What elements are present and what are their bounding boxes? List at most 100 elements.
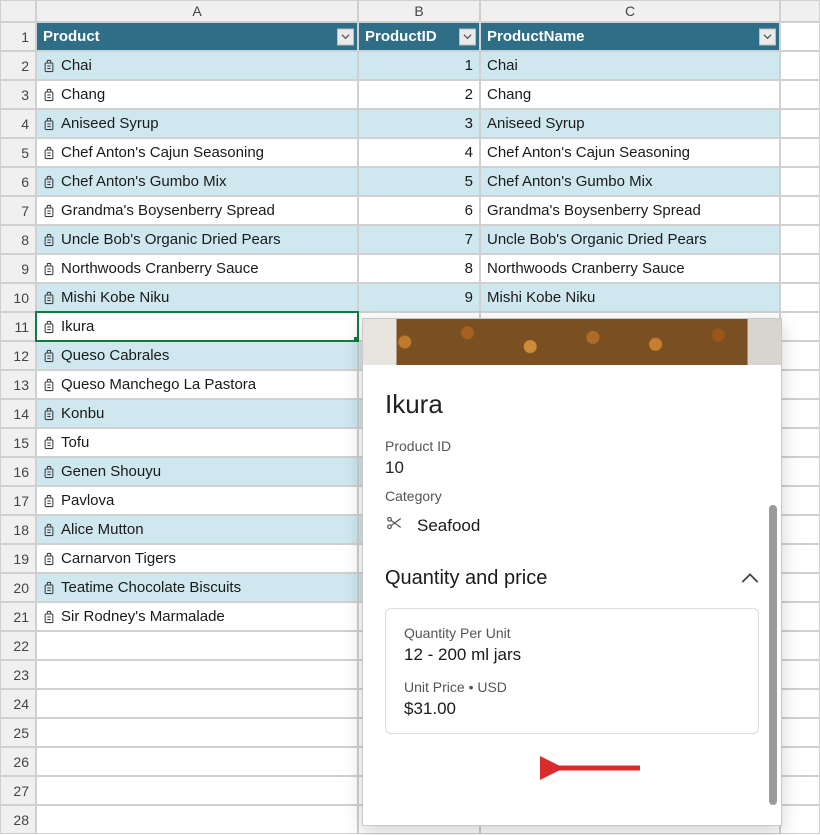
cell-product[interactable]: Grandma's Boysenberry Spread [36, 196, 358, 225]
cell-product[interactable]: Teatime Chocolate Biscuits [36, 573, 358, 602]
cell-gutter[interactable] [780, 631, 820, 660]
cell-productname[interactable]: Mishi Kobe Niku [480, 283, 780, 312]
cell-gutter[interactable] [780, 109, 820, 138]
cell-product[interactable]: Alice Mutton [36, 515, 358, 544]
cell-productname[interactable]: Chang [480, 80, 780, 109]
select-all-corner[interactable] [0, 0, 36, 22]
cell-product[interactable]: Chef Anton's Cajun Seasoning [36, 138, 358, 167]
cell-product[interactable]: Chang [36, 80, 358, 109]
cell-productid[interactable]: 9 [358, 283, 480, 312]
row-header[interactable]: 9 [0, 254, 36, 283]
cell-product[interactable]: Aniseed Syrup [36, 109, 358, 138]
row-header[interactable]: 11 [0, 312, 36, 341]
cell-gutter[interactable] [780, 747, 820, 776]
filter-dropdown-button[interactable] [459, 28, 476, 45]
cell-product[interactable]: Chai [36, 51, 358, 80]
cell-product[interactable]: Chef Anton's Gumbo Mix [36, 167, 358, 196]
cell-productname[interactable]: Northwoods Cranberry Sauce [480, 254, 780, 283]
cell-product[interactable]: Northwoods Cranberry Sauce [36, 254, 358, 283]
row-header[interactable]: 3 [0, 80, 36, 109]
cell-productid[interactable]: 5 [358, 167, 480, 196]
row-header[interactable]: 4 [0, 109, 36, 138]
row-header[interactable]: 15 [0, 428, 36, 457]
row-header[interactable]: 18 [0, 515, 36, 544]
cell-product[interactable]: Ikura [36, 312, 358, 341]
cell-gutter[interactable] [780, 428, 820, 457]
cell-gutter[interactable] [780, 370, 820, 399]
cell-gutter[interactable] [780, 80, 820, 109]
row-header[interactable]: 1 [0, 22, 36, 51]
cell-productid[interactable]: 8 [358, 254, 480, 283]
cell-productid[interactable]: 1 [358, 51, 480, 80]
cell-gutter[interactable] [780, 776, 820, 805]
cell-gutter[interactable] [780, 225, 820, 254]
row-header[interactable]: 20 [0, 573, 36, 602]
cell-product[interactable] [36, 631, 358, 660]
cell-product[interactable] [36, 689, 358, 718]
column-header-c[interactable]: C [480, 0, 780, 22]
cell-gutter[interactable] [780, 573, 820, 602]
row-header[interactable]: 5 [0, 138, 36, 167]
header-product[interactable]: Product [36, 22, 358, 51]
cell-product[interactable] [36, 776, 358, 805]
cell-gutter[interactable] [780, 312, 820, 341]
cell-product[interactable]: Mishi Kobe Niku [36, 283, 358, 312]
cell-product[interactable] [36, 805, 358, 834]
cell-product[interactable]: Tofu [36, 428, 358, 457]
cell-product[interactable]: Uncle Bob's Organic Dried Pears [36, 225, 358, 254]
cell-productname[interactable]: Chef Anton's Gumbo Mix [480, 167, 780, 196]
cell-gutter[interactable] [780, 51, 820, 80]
row-header[interactable]: 21 [0, 602, 36, 631]
card-scrollbar[interactable] [769, 365, 777, 819]
row-header[interactable]: 23 [0, 660, 36, 689]
row-header[interactable]: 27 [0, 776, 36, 805]
row-header[interactable]: 13 [0, 370, 36, 399]
cell-product[interactable]: Queso Cabrales [36, 341, 358, 370]
header-productid[interactable]: ProductID [358, 22, 480, 51]
cell-product[interactable]: Sir Rodney's Marmalade [36, 602, 358, 631]
cell-productid[interactable]: 6 [358, 196, 480, 225]
cell-product[interactable] [36, 718, 358, 747]
row-header[interactable]: 8 [0, 225, 36, 254]
cell-gutter[interactable] [780, 196, 820, 225]
cell-productid[interactable]: 2 [358, 80, 480, 109]
row-header[interactable]: 19 [0, 544, 36, 573]
cell-gutter[interactable] [780, 805, 820, 834]
cell-productname[interactable]: Chef Anton's Cajun Seasoning [480, 138, 780, 167]
row-header[interactable]: 17 [0, 486, 36, 515]
row-header[interactable]: 22 [0, 631, 36, 660]
cell-gutter[interactable] [780, 254, 820, 283]
cell-gutter[interactable] [780, 515, 820, 544]
row-header[interactable]: 28 [0, 805, 36, 834]
cell-product[interactable]: Carnarvon Tigers [36, 544, 358, 573]
row-header[interactable]: 16 [0, 457, 36, 486]
cell-gutter[interactable] [780, 544, 820, 573]
cell-gutter[interactable] [780, 283, 820, 312]
cell-productname[interactable]: Chai [480, 51, 780, 80]
cell-gutter[interactable] [780, 399, 820, 428]
row-header[interactable]: 6 [0, 167, 36, 196]
filter-dropdown-button[interactable] [759, 28, 776, 45]
cell-product[interactable]: Pavlova [36, 486, 358, 515]
header-productname[interactable]: ProductName [480, 22, 780, 51]
row-header[interactable]: 24 [0, 689, 36, 718]
cell-gutter[interactable] [780, 167, 820, 196]
cell-productname[interactable]: Uncle Bob's Organic Dried Pears [480, 225, 780, 254]
row-header[interactable]: 2 [0, 51, 36, 80]
cell-gutter[interactable] [780, 138, 820, 167]
chevron-up-icon[interactable] [741, 567, 759, 590]
cell-gutter[interactable] [780, 718, 820, 747]
row-header[interactable]: 26 [0, 747, 36, 776]
cell-gutter[interactable] [780, 341, 820, 370]
row-header[interactable]: 14 [0, 399, 36, 428]
row-header[interactable]: 12 [0, 341, 36, 370]
row-header[interactable]: 7 [0, 196, 36, 225]
cell-productid[interactable]: 4 [358, 138, 480, 167]
cell-product[interactable]: Genen Shouyu [36, 457, 358, 486]
card-scrollbar-thumb[interactable] [769, 505, 777, 805]
cell-gutter[interactable] [780, 486, 820, 515]
cell-product[interactable]: Konbu [36, 399, 358, 428]
cell-product[interactable] [36, 747, 358, 776]
column-header-a[interactable]: A [36, 0, 358, 22]
cell-productid[interactable]: 7 [358, 225, 480, 254]
